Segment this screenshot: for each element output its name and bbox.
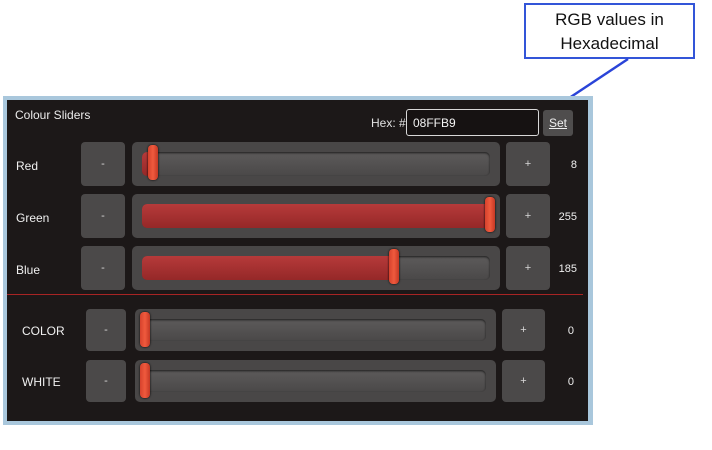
hex-input[interactable] [406, 109, 539, 136]
green-decrement-button[interactable]: - [81, 194, 125, 238]
white-decrement-button[interactable]: - [86, 360, 126, 402]
annotation-callout: RGB values in Hexadecimal [524, 3, 695, 59]
blue-value: 185 [558, 263, 577, 275]
blue-label: Blue [16, 263, 41, 277]
color-slider-thumb[interactable] [140, 312, 150, 347]
green-value: 255 [558, 211, 577, 223]
green-label: Green [16, 211, 50, 225]
blue-slider[interactable] [132, 246, 500, 290]
blue-slider-track [142, 249, 490, 284]
hex-label: Hex: # [371, 116, 406, 130]
annotation-line-1: RGB values in [555, 10, 664, 29]
blue-decrement-button[interactable]: - [81, 246, 125, 290]
green-slider-fill [142, 204, 490, 228]
green-slider-thumb[interactable] [485, 197, 495, 232]
set-button[interactable]: Set [543, 110, 573, 136]
red-slider[interactable] [132, 142, 500, 186]
red-value: 8 [570, 159, 577, 171]
blue-slider-thumb[interactable] [389, 249, 400, 284]
white-slider-track [140, 363, 486, 398]
red-slider-thumb[interactable] [147, 145, 158, 180]
color-slider[interactable] [135, 309, 496, 351]
white-label: WHITE [22, 375, 61, 389]
color-slider-track [140, 312, 486, 347]
colour-sliders-panel: Colour Sliders Hex: # Set Red - + 8 Gree… [3, 96, 593, 425]
white-value: 0 [567, 376, 574, 388]
panel-body: Colour Sliders Hex: # Set Red - + 8 Gree… [7, 100, 588, 421]
color-value: 0 [567, 325, 574, 337]
green-slider[interactable] [132, 194, 500, 238]
red-slider-track [142, 145, 490, 180]
blue-slider-fill [142, 256, 395, 280]
color-label: COLOR [22, 324, 65, 338]
panel-title: Colour Sliders [15, 108, 91, 122]
green-slider-track [142, 197, 495, 232]
red-label: Red [16, 159, 39, 173]
color-decrement-button[interactable]: - [86, 309, 126, 351]
annotation-line-2: Hexadecimal [560, 34, 659, 53]
red-decrement-button[interactable]: - [81, 142, 125, 186]
section-divider [7, 294, 583, 295]
white-slider-thumb[interactable] [140, 363, 150, 398]
white-slider[interactable] [135, 360, 496, 402]
